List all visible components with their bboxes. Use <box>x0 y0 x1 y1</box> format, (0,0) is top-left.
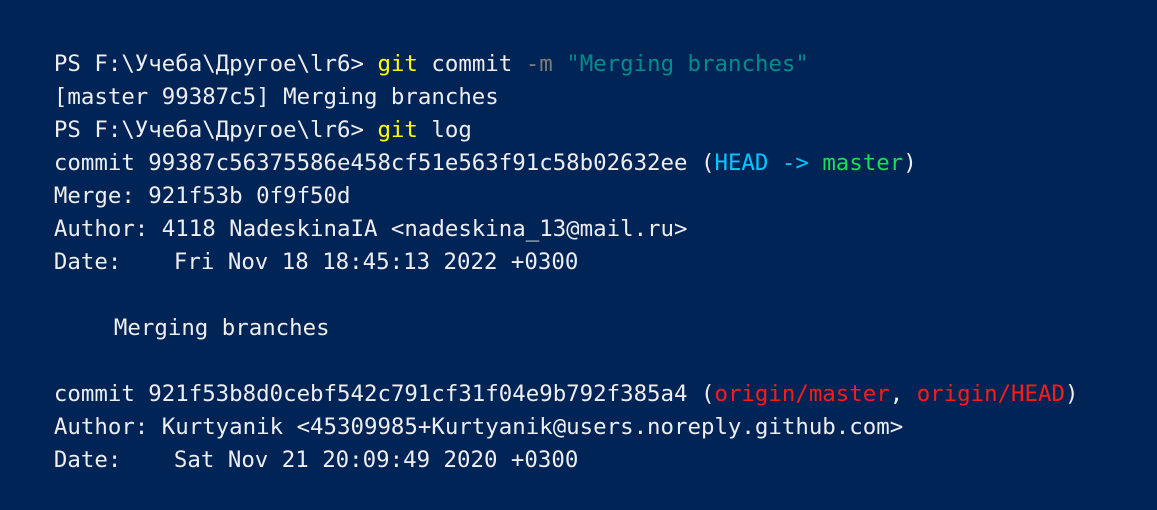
log-author-line-2: Author: Kurtyanik <45309985+Kurtyanik@us… <box>0 378 1157 440</box>
commit-output-line: [master 99387c5] Merging branches <box>0 48 1157 110</box>
log-date-line-1: Date: Fri Nov 18 18:45:13 2022 +0300 <box>0 213 1157 275</box>
log-merge-line: Merge: 921f53b 0f9f50d <box>0 147 1157 209</box>
date-value: Sat Nov 21 20:09:49 2020 +0300 <box>173 447 579 473</box>
log-commit-line-1: commit 99387c56375586e458cf51e563f91c58b… <box>0 114 1157 176</box>
date-label: Date: <box>53 447 122 473</box>
log-message-line-1: Merging branches <box>0 279 1157 341</box>
log-commit-line-2: commit 921f53b8d0cebf542c791cf31f04e9b79… <box>0 345 1157 407</box>
prompt-line-commit: PS F:\Учеба\Другое\lr6> git commit -m "M… <box>0 15 1157 77</box>
prompt-line-log: PS F:\Учеба\Другое\lr6> git log <box>0 81 1157 143</box>
log-author-line-1: Author: 4118 NadeskinaIA <nadeskina_13@m… <box>0 180 1157 242</box>
terminal-window[interactable]: PS F:\Учеба\Другое\lr6> git commit -m "M… <box>0 0 1157 473</box>
log-date-line-2: Date: Sat Nov 21 20:09:49 2020 +0300 <box>0 411 1157 473</box>
